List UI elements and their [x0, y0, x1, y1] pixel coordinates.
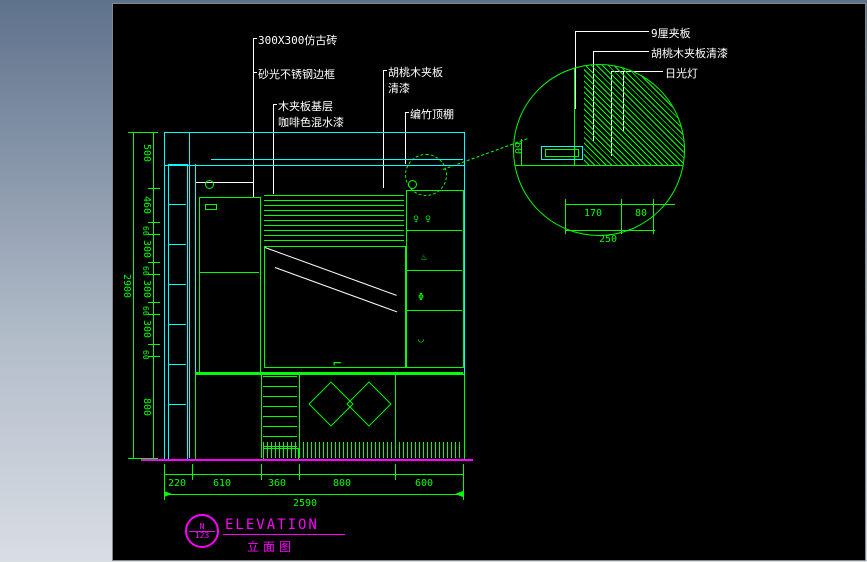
label-frame: 砂光不锈钢边框 [258, 66, 335, 82]
title-num: 123 [195, 532, 209, 540]
dim-v1: 500 [141, 144, 152, 162]
dim-d1: 170 [584, 208, 602, 219]
dim-h3: 360 [268, 478, 286, 489]
dim-h2: 610 [213, 478, 231, 489]
title-symbol: N 123 [185, 514, 219, 548]
dim-v10: 800 [141, 398, 152, 416]
dim-h5: 600 [415, 478, 433, 489]
fridge [199, 197, 261, 375]
label-walnut: 胡桃木夹板 清漆 [388, 64, 443, 96]
title-north: N [200, 523, 205, 531]
drawers [263, 376, 297, 448]
shelf-item-glasses: ♀ ♀ [413, 214, 431, 225]
label-wood-base: 木夹板基层 咖啡色混水漆 [278, 98, 344, 130]
dim-v2: 460 [141, 196, 152, 214]
label-walnut2: 胡桃木夹板清漆 [651, 45, 728, 61]
dim-v9: 60 [141, 350, 150, 360]
floor-hatch [263, 442, 463, 458]
label-9mm: 9厘夹板 [651, 25, 691, 41]
faucet: ⌐ [333, 356, 341, 372]
dim-d2: 80 [635, 208, 647, 219]
shelf-item-bottle2: Φ [418, 292, 424, 303]
mirror-glass [264, 246, 406, 368]
ceiling [164, 132, 465, 166]
dim-v-total: 2900 [121, 274, 132, 298]
title-en: ELEVATION [225, 517, 319, 533]
tile-column [168, 164, 188, 460]
blinds [264, 195, 404, 245]
shelf-item-bottle1: ♨ [421, 252, 427, 263]
dim-h4: 800 [333, 478, 351, 489]
dim-v6: 300 [141, 280, 152, 298]
label-ceiling: 编竹顶棚 [410, 106, 454, 122]
label-tile: 300X300仿古砖 [258, 32, 337, 48]
dim-v8: 300 [141, 320, 152, 338]
title-zh: 立面图 [247, 538, 295, 555]
dim-h-total: 2590 [293, 498, 317, 509]
cad-canvas: 300X300仿古砖 砂光不锈钢边框 木夹板基层 咖啡色混水漆 胡桃木夹板 清漆… [112, 3, 866, 561]
shelf-item-cup: ◡ [418, 334, 424, 345]
dim-v4: 300 [141, 240, 152, 258]
dim-d-total: 250 [599, 234, 617, 245]
ground-line [141, 459, 473, 461]
dim-h1: 220 [168, 478, 186, 489]
